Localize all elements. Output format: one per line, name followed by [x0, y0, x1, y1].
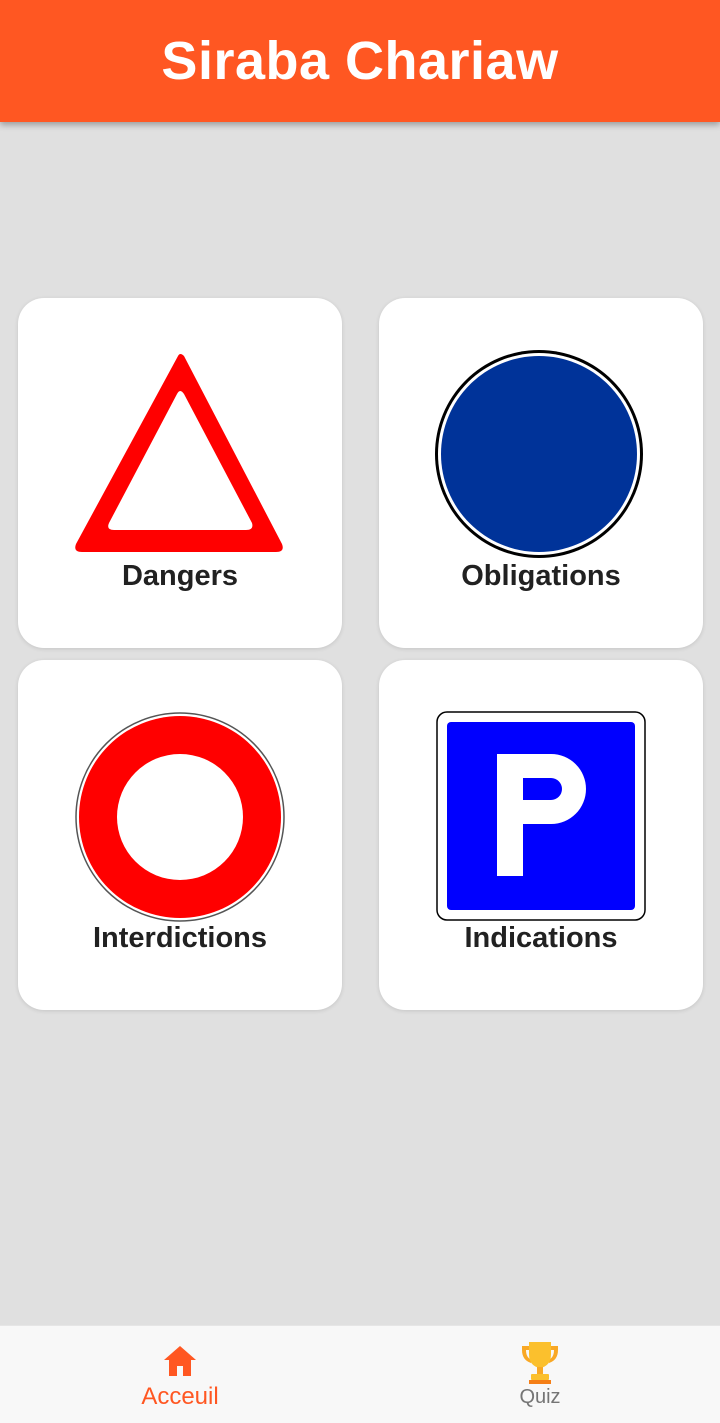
parking-sign-icon [436, 711, 646, 921]
category-label: Indications [464, 922, 618, 954]
app-title: Siraba Chariaw [161, 31, 559, 91]
category-card-interdictions[interactable]: Interdictions [18, 660, 342, 1010]
blue-circle-sign-icon [435, 348, 647, 562]
bottom-navigation: Acceuil Quiz [0, 1325, 720, 1423]
category-card-indications[interactable]: Indications [379, 660, 703, 1010]
category-card-dangers[interactable]: Dangers [18, 298, 342, 648]
nav-item-quiz[interactable]: Quiz [360, 1326, 720, 1423]
nav-item-home[interactable]: Acceuil [0, 1326, 360, 1423]
app-bar: Siraba Chariaw [0, 0, 720, 122]
prohibition-circle-sign-icon [75, 712, 285, 922]
nav-label-quiz: Quiz [519, 1386, 561, 1408]
category-card-obligations[interactable]: Obligations [379, 298, 703, 648]
nav-label-home: Acceuil [141, 1383, 219, 1410]
home-icon [164, 1346, 196, 1376]
trophy-icon [522, 1342, 558, 1384]
category-label: Obligations [461, 560, 621, 592]
category-label: Dangers [121, 560, 239, 592]
category-label: Interdictions [92, 922, 267, 954]
warning-triangle-sign-icon [75, 354, 283, 552]
